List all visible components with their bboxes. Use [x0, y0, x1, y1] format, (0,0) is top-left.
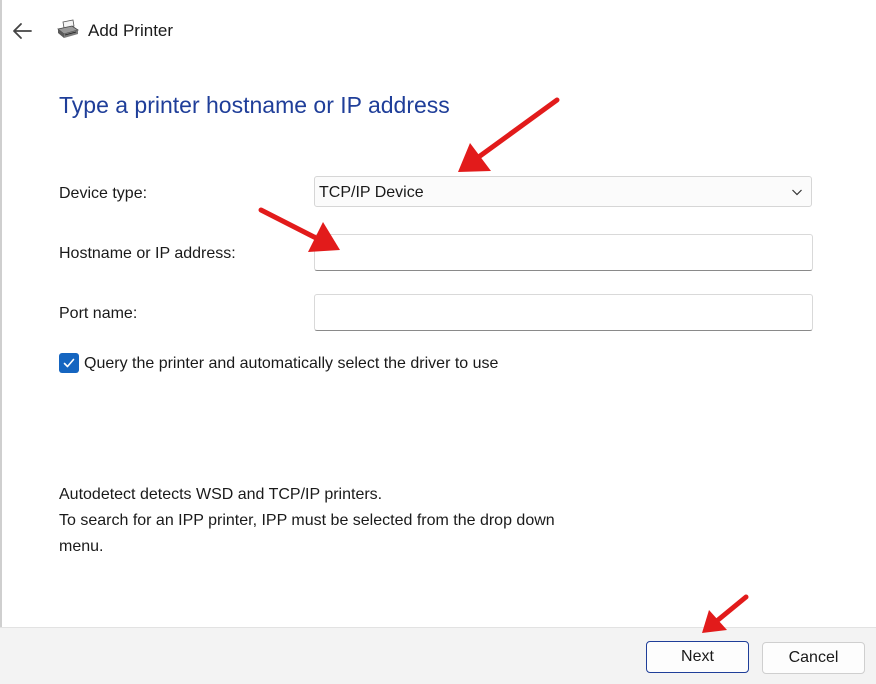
annotation-arrow-device-type [458, 97, 560, 172]
port-name-label: Port name: [59, 305, 138, 322]
device-type-value: TCP/IP Device [319, 184, 424, 201]
printer-icon [57, 19, 79, 38]
info-line-3: menu. [59, 538, 104, 555]
window-title: Add Printer [88, 21, 174, 40]
checkmark-icon [63, 358, 75, 368]
chevron-down-icon [792, 189, 802, 196]
device-type-label: Device type: [59, 185, 148, 202]
hostname-input[interactable] [314, 234, 813, 271]
hostname-label: Hostname or IP address: [59, 245, 236, 262]
query-printer-checkbox[interactable] [59, 353, 79, 373]
back-arrow-icon [13, 23, 32, 39]
info-line-1: Autodetect detects WSD and TCP/IP printe… [59, 486, 383, 503]
back-button[interactable] [10, 18, 36, 44]
cancel-button[interactable]: Cancel [762, 642, 865, 674]
window-left-edge [0, 0, 2, 684]
port-name-input[interactable] [314, 294, 813, 331]
info-line-2: To search for an IPP printer, IPP must b… [59, 512, 555, 529]
query-printer-checkbox-label[interactable]: Query the printer and automatically sele… [84, 355, 498, 373]
next-button[interactable]: Next [646, 641, 749, 673]
page-heading: Type a printer hostname or IP address [59, 92, 450, 118]
device-type-dropdown[interactable]: TCP/IP Device [314, 176, 812, 207]
title-bar: Add Printer [0, 0, 876, 62]
